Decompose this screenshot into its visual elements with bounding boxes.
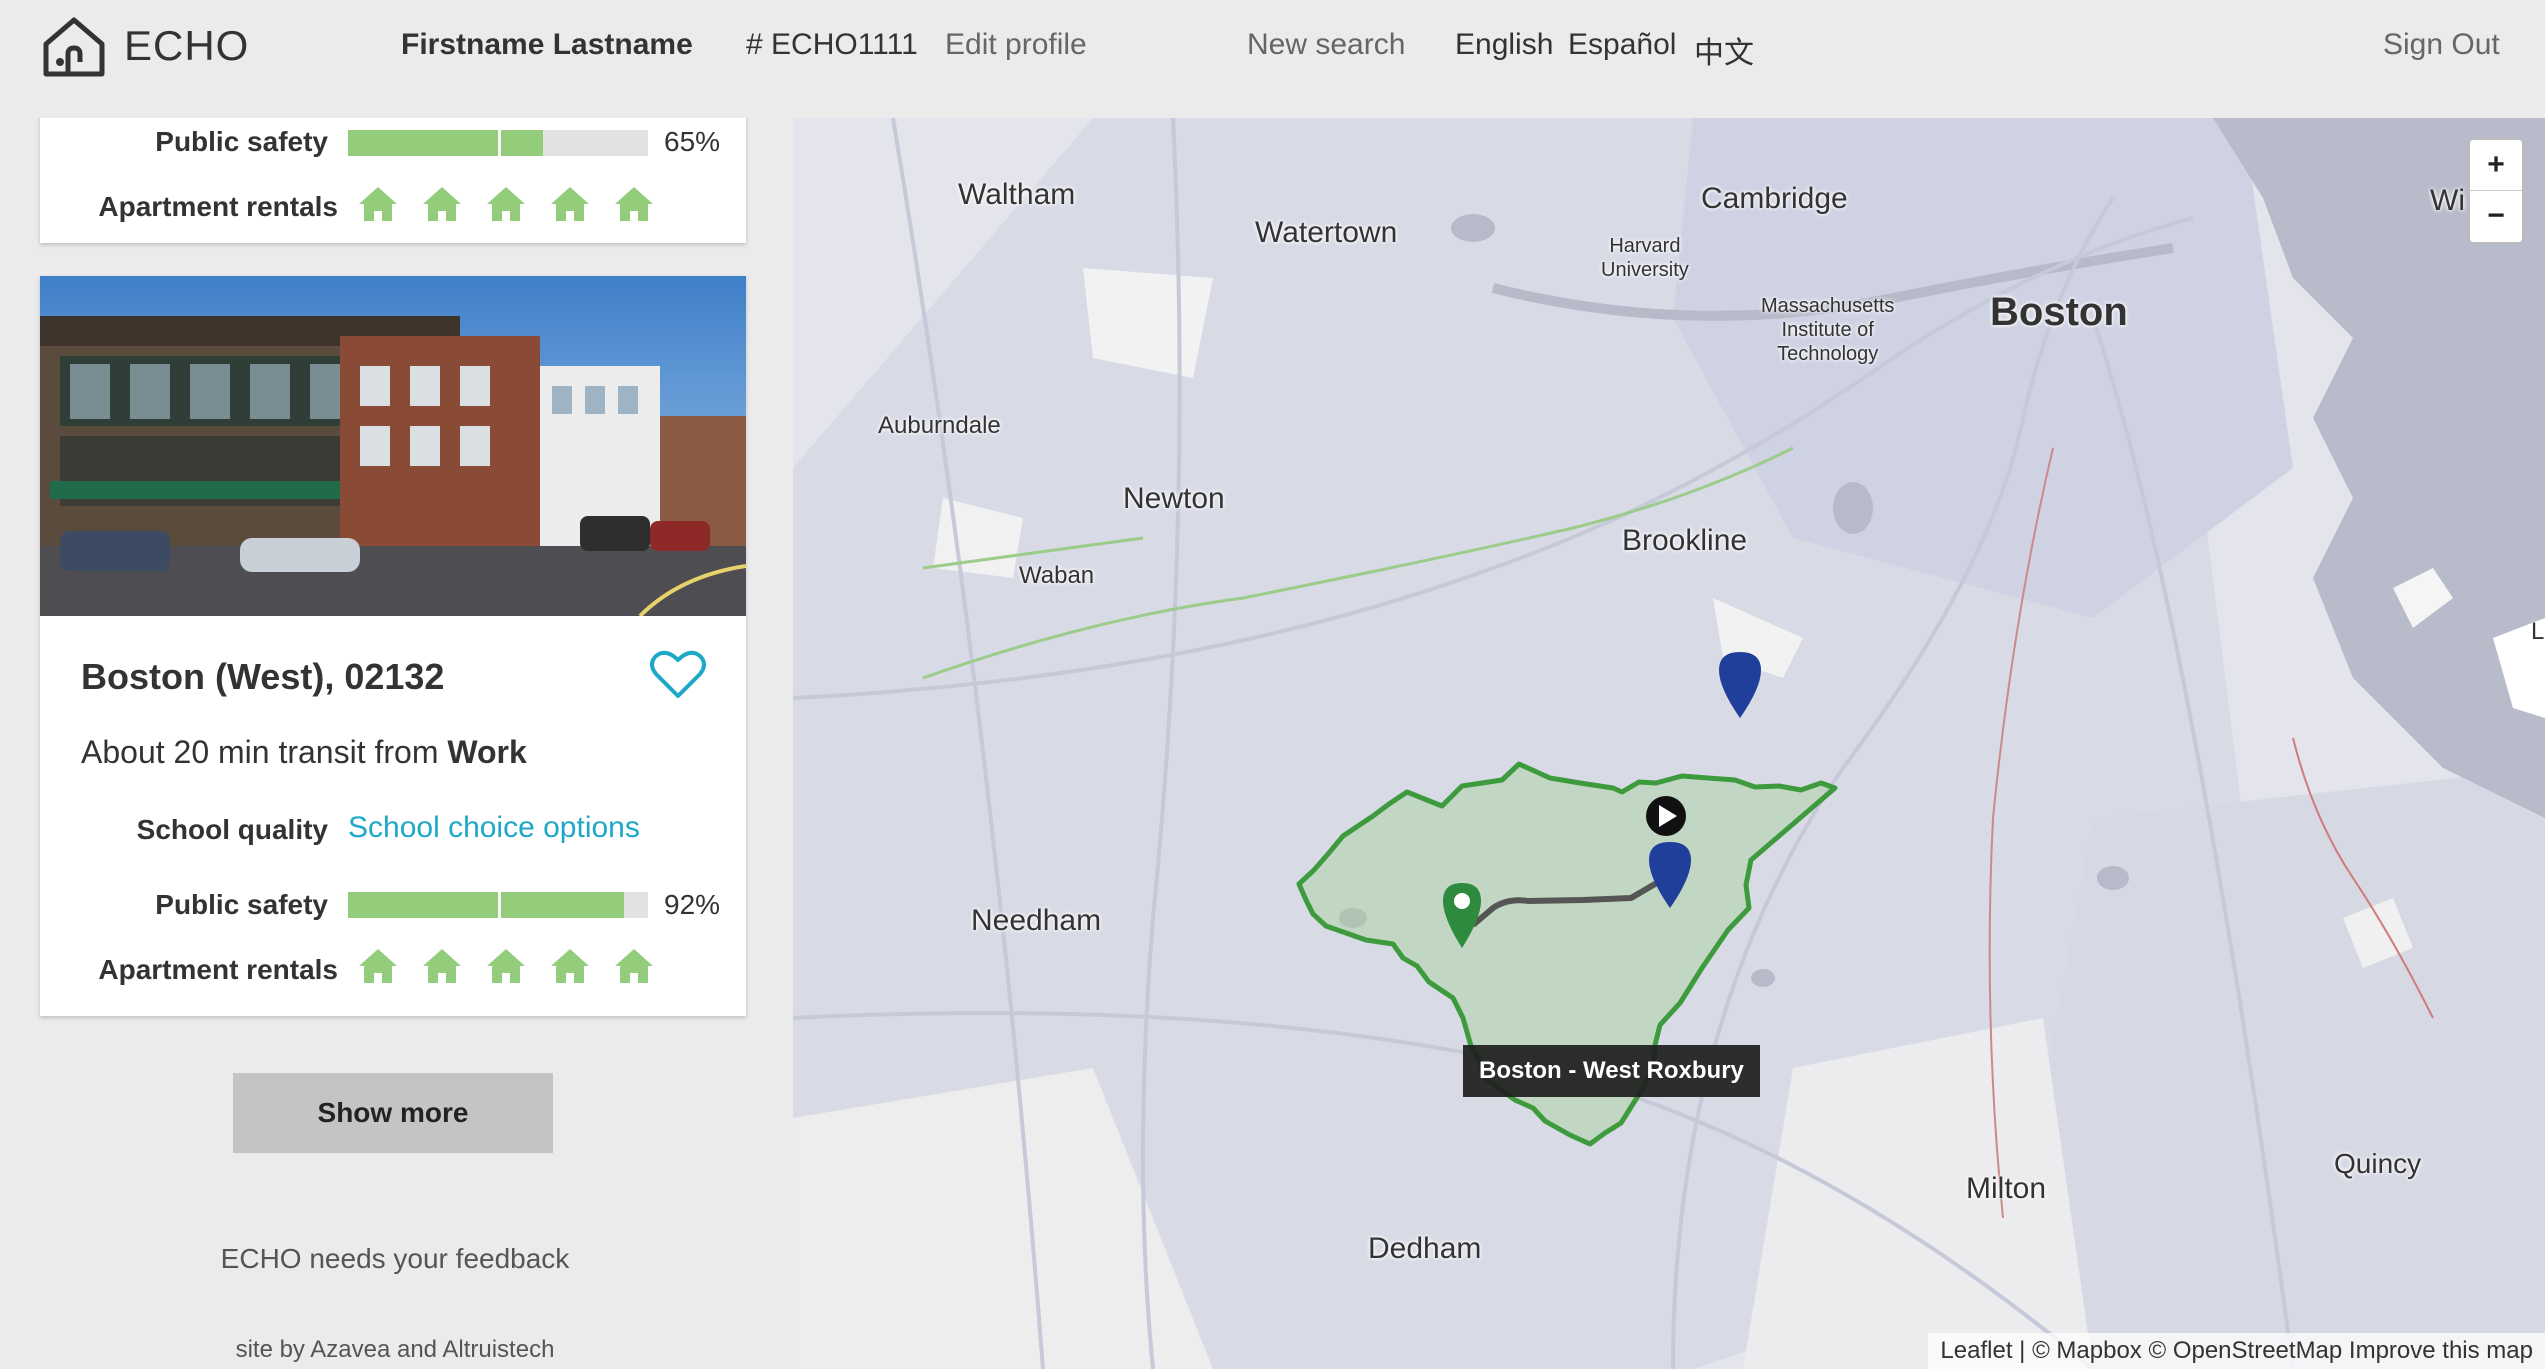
place-edge-right: L — [2531, 618, 2545, 645]
map-attribution: Leaflet | © Mapbox © OpenStreetMap Impro… — [1928, 1333, 2545, 1369]
place-harvard: Harvard University — [1601, 235, 1689, 281]
show-more-button[interactable]: Show more — [233, 1073, 553, 1153]
place-brookline: Brookline — [1622, 524, 1748, 557]
leaflet-link[interactable]: Leaflet — [1940, 1337, 2012, 1364]
place-waban: Waban — [1019, 562, 1095, 589]
user-name: Firstname Lastname — [401, 28, 693, 61]
place-watertown: Watertown — [1255, 216, 1398, 249]
house-icon — [420, 946, 464, 991]
place-waltham: Waltham — [958, 178, 1076, 211]
apartment-rentals-rating — [356, 184, 656, 229]
place-milton: Milton — [1966, 1172, 2047, 1205]
house-icon — [420, 184, 464, 229]
route-start-marker[interactable] — [1646, 796, 1686, 836]
heart-icon[interactable] — [650, 648, 706, 700]
public-safety-label: Public safety — [155, 126, 328, 157]
public-safety-label: Public safety — [155, 889, 328, 920]
place-auburndale: Auburndale — [878, 412, 1001, 439]
place-needham: Needham — [971, 904, 1102, 937]
neighborhood-tooltip: Boston - West Roxbury — [1463, 1045, 1760, 1097]
school-choice-link[interactable]: School choice options — [348, 811, 640, 845]
map-tiles[interactable] — [793, 118, 2545, 1369]
place-quincy: Quincy — [2334, 1148, 2422, 1179]
house-icon — [484, 184, 528, 229]
house-icon — [484, 946, 528, 991]
street-photo-illustration — [40, 276, 746, 616]
language-espanol[interactable]: Español — [1568, 28, 1676, 62]
improve-map-link[interactable]: Improve this map — [2349, 1337, 2533, 1364]
zoom-control: + − — [2468, 138, 2524, 244]
place-newton: Newton — [1123, 482, 1225, 515]
language-english[interactable]: English — [1455, 28, 1553, 62]
neighborhood-photo[interactable] — [40, 276, 746, 616]
public-safety-value: 92% — [664, 889, 721, 920]
neighborhood-title: Boston (West), 02132 — [81, 656, 445, 697]
new-search-link[interactable]: New search — [1247, 28, 1405, 62]
apartment-rentals-label: Apartment rentals — [98, 191, 338, 222]
site-credit: site by Azavea and Altruistech — [235, 1336, 555, 1363]
results-panel[interactable]: Public safety 65% Apartment rentals Bost… — [0, 118, 790, 1369]
user-id: # ECHO1111 — [746, 28, 918, 61]
language-chinese[interactable]: 中文 — [1694, 28, 1754, 72]
echo-logo[interactable]: ECHO — [38, 14, 249, 78]
apartment-rentals-label: Apartment rentals — [98, 954, 338, 985]
house-icon — [548, 184, 592, 229]
edit-profile-link[interactable]: Edit profile — [945, 28, 1087, 62]
public-safety-bar-fill — [348, 130, 543, 156]
place-boston: Boston — [1990, 290, 2128, 334]
sign-out-link[interactable]: Sign Out — [2383, 28, 2500, 62]
place-edge-top-right: Wi — [2430, 184, 2465, 217]
logo-text: ECHO — [124, 22, 250, 69]
map-view[interactable]: Waltham Watertown Cambridge Harvard Univ… — [793, 118, 2545, 1369]
transit-time: About 20 min transit from Work — [81, 734, 527, 771]
place-cambridge: Cambridge — [1701, 182, 1848, 215]
public-safety-bar — [348, 130, 648, 156]
house-logo-icon — [43, 17, 105, 77]
place-dedham: Dedham — [1368, 1232, 1482, 1265]
place-mit: Massachusetts Institute of Technology — [1761, 295, 1895, 365]
result-card[interactable]: Public safety 65% Apartment rentals — [40, 118, 746, 243]
house-icon — [612, 946, 656, 991]
mapbox-link[interactable]: © Mapbox — [2032, 1337, 2142, 1364]
openstreetmap-link[interactable]: © OpenStreetMap — [2148, 1337, 2342, 1364]
house-icon — [356, 946, 400, 991]
bar-divider — [498, 130, 501, 156]
school-quality-label: School quality — [136, 814, 328, 845]
public-safety-bar-fill — [348, 892, 624, 918]
result-card[interactable]: Boston (West), 02132 About 20 min transi… — [40, 276, 746, 1016]
zoom-in-button[interactable]: + — [2470, 140, 2522, 191]
attribution-separator: | — [2019, 1337, 2033, 1364]
transit-prefix: About 20 min transit from — [81, 734, 439, 770]
house-icon — [612, 184, 656, 229]
public-safety-value: 65% — [664, 126, 721, 157]
feedback-link[interactable]: ECHO needs your feedback — [0, 1243, 790, 1275]
transit-destination: Work — [447, 734, 527, 770]
app-header: ECHO Firstname Lastname # ECHO1111 Edit … — [0, 0, 2545, 118]
zoom-out-button[interactable]: − — [2470, 191, 2522, 242]
public-safety-bar — [348, 892, 648, 918]
house-icon — [548, 946, 592, 991]
apartment-rentals-rating — [356, 946, 656, 991]
bar-divider — [498, 892, 501, 918]
house-icon — [356, 184, 400, 229]
